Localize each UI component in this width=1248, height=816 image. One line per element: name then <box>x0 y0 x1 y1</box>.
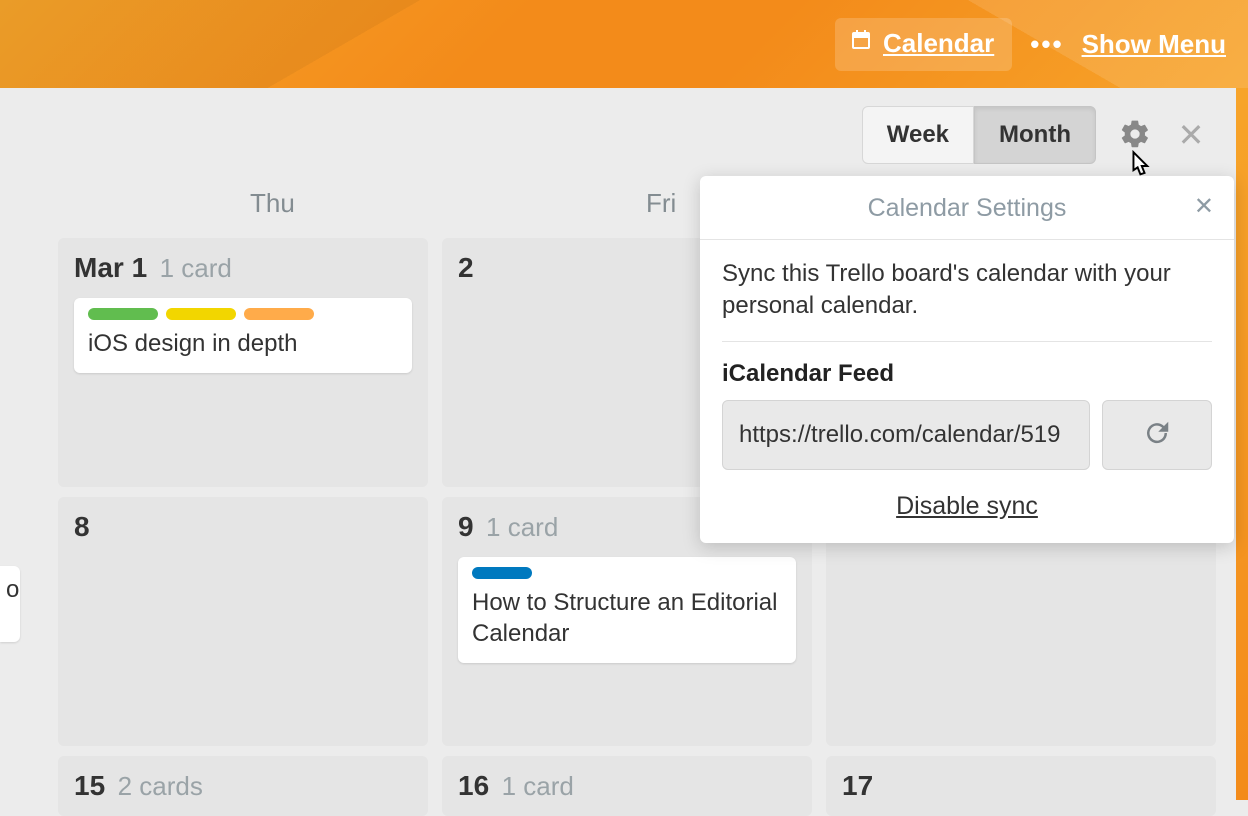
panel-toolbar: Week Month ✕ <box>862 106 1208 164</box>
cell-15[interactable]: 15 2 cards <box>58 756 428 816</box>
gear-icon <box>1119 118 1151 153</box>
popover-title: Calendar Settings <box>868 194 1067 223</box>
popover-header: Calendar Settings ✕ <box>700 194 1234 240</box>
icalendar-feed-input[interactable] <box>722 400 1090 470</box>
popover-body: Sync this Trello board's calendar with y… <box>700 240 1234 521</box>
header-right: Calendar ••• Show Menu <box>835 18 1226 71</box>
card-labels <box>88 308 398 320</box>
calendar-powerup-button[interactable]: Calendar <box>835 18 1012 71</box>
card-editorial-calendar[interactable]: How to Structure an Editorial Calendar <box>458 557 796 663</box>
settings-gear-button[interactable] <box>1118 118 1152 152</box>
view-toggle: Week Month <box>862 106 1096 164</box>
cell-count: 1 card <box>486 512 558 542</box>
calendar-settings-popover: Calendar Settings ✕ Sync this Trello boa… <box>700 176 1234 543</box>
orange-stripe-right <box>1236 88 1248 800</box>
cell-17[interactable]: 17 <box>826 756 1216 816</box>
close-icon: ✕ <box>1178 116 1205 154</box>
card-ios-design[interactable]: iOS design in depth <box>74 298 412 373</box>
column-header-fri: Fri <box>646 188 676 219</box>
feed-row <box>722 400 1212 470</box>
cell-date: Mar 1 <box>74 252 147 283</box>
cell-count: 2 cards <box>118 771 203 801</box>
cell-mar-1[interactable]: Mar 1 1 card iOS design in depth <box>58 238 428 487</box>
cell-date: 8 <box>74 511 90 542</box>
cell-date: 15 <box>74 770 105 801</box>
column-header-thu: Thu <box>250 188 295 219</box>
disable-sync-link[interactable]: Disable sync <box>722 492 1212 521</box>
close-calendar-button[interactable]: ✕ <box>1174 118 1208 152</box>
show-menu-link[interactable]: Show Menu <box>1082 29 1226 60</box>
cell-date: 2 <box>458 252 474 283</box>
calendar-powerup-label: Calendar <box>883 28 994 59</box>
close-icon: ✕ <box>1194 193 1214 220</box>
card-title: iOS design in depth <box>88 328 398 359</box>
cell-date: 16 <box>458 770 489 801</box>
card-title: How to Structure an Editorial Calendar <box>472 587 782 649</box>
label-yellow <box>166 308 236 320</box>
icalendar-feed-label: iCalendar Feed <box>722 360 1212 388</box>
label-orange <box>244 308 314 320</box>
month-toggle[interactable]: Month <box>974 106 1096 164</box>
refresh-icon <box>1142 418 1172 451</box>
popover-description: Sync this Trello board's calendar with y… <box>722 258 1212 342</box>
cell-16[interactable]: 16 1 card <box>442 756 812 816</box>
card-left-edge-char: o <box>6 576 19 603</box>
popover-close-button[interactable]: ✕ <box>1194 192 1214 221</box>
cell-count: 1 card <box>160 253 232 283</box>
cell-date: 9 <box>458 511 474 542</box>
cell-8[interactable]: 8 <box>58 497 428 746</box>
refresh-feed-button[interactable] <box>1102 400 1212 470</box>
label-green <box>88 308 158 320</box>
card-left-edge[interactable]: o <box>0 566 20 642</box>
calendar-icon <box>849 28 873 59</box>
cell-count: 1 card <box>502 771 574 801</box>
label-blue <box>472 567 532 579</box>
card-labels <box>472 567 782 579</box>
week-toggle[interactable]: Week <box>862 106 974 164</box>
more-menu-icon[interactable]: ••• <box>1030 29 1063 60</box>
cell-date: 17 <box>842 770 873 801</box>
